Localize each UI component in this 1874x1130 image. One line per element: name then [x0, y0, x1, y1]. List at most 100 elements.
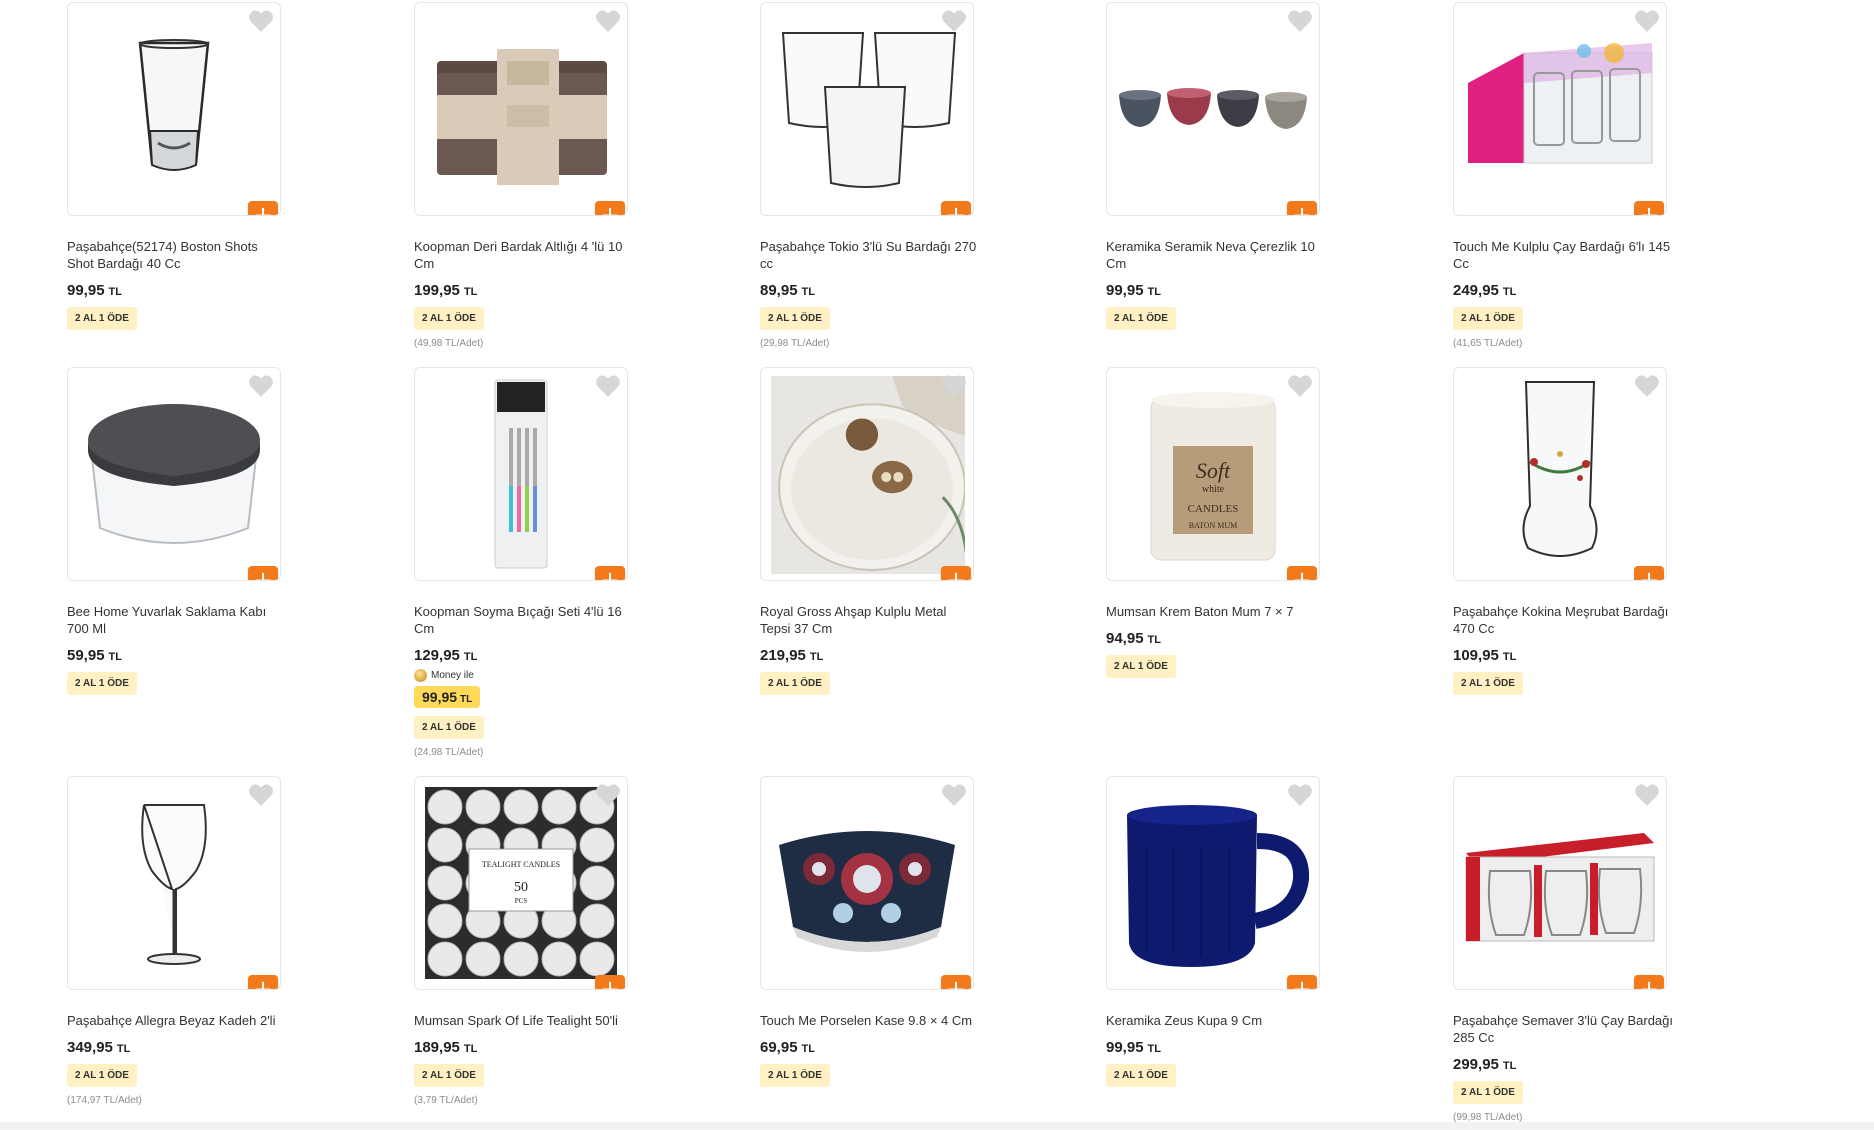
add-to-cart-button[interactable]: + — [248, 566, 278, 580]
product-title[interactable]: Keramika Zeus Kupa 9 Cm — [1106, 1012, 1326, 1029]
product-image-box[interactable]: + — [1453, 367, 1667, 581]
product-image — [1522, 381, 1598, 557]
product-image-box[interactable]: + — [67, 776, 281, 990]
product-price: 129,95 TL — [414, 647, 654, 664]
product-image-box[interactable]: + — [414, 367, 628, 581]
promo-badge: 2 AL 1 ÖDE — [1453, 1081, 1523, 1104]
heart-icon[interactable] — [248, 9, 274, 33]
heart-icon[interactable] — [248, 374, 274, 398]
product-price: 199,95 TL — [414, 282, 654, 299]
price-currency: TL — [463, 651, 478, 663]
product-price: 69,95 TL — [760, 1039, 1000, 1056]
product-image-box[interactable]: Soft white CANDLES BATON MUM + — [1106, 367, 1320, 581]
product-image-box[interactable]: + — [414, 2, 628, 216]
heart-icon[interactable] — [941, 374, 967, 398]
add-to-cart-button[interactable]: + — [1287, 201, 1317, 215]
product-title[interactable]: Touch Me Porselen Kase 9.8 × 4 Cm — [760, 1012, 980, 1029]
price-currency: TL — [463, 286, 478, 298]
product-title[interactable]: Royal Gross Ahşap Kulplu Metal Tepsi 37 … — [760, 603, 980, 637]
add-to-cart-button[interactable]: + — [941, 975, 971, 989]
product-title[interactable]: Koopman Soyma Bıçağı Seti 4'lü 16 Cm — [414, 603, 634, 637]
unit-price: (174,97 TL/Adet) — [67, 1095, 142, 1106]
product-image: Soft white CANDLES BATON MUM — [1150, 392, 1276, 561]
add-to-cart-button[interactable]: + — [1634, 975, 1664, 989]
product-card[interactable]: + Paşabahçe Tokio 3'lü Su Bardağı 270 cc… — [760, 2, 1000, 349]
product-card[interactable]: TEALIGHT CANDLES 50 PCS + Mumsan Spark O… — [414, 776, 654, 1106]
product-image — [771, 376, 965, 574]
product-card[interactable]: + Bee Home Yuvarlak Saklama Kabı 700 Ml … — [67, 367, 307, 695]
add-to-cart-button[interactable]: + — [595, 975, 625, 989]
candle-label-baton: BATON MUM — [1189, 521, 1238, 530]
product-title[interactable]: Paşabahçe(52174) Boston Shots Shot Barda… — [67, 238, 287, 272]
product-card[interactable]: + Touch Me Kulplu Çay Bardağı 6'lı 145 C… — [1453, 2, 1693, 349]
price-currency: TL — [116, 1043, 131, 1055]
product-card[interactable]: + Koopman Deri Bardak Altlığı 4 'lü 10 C… — [414, 2, 654, 349]
product-card[interactable]: + Keramika Zeus Kupa 9 Cm 99,95 TL 2 AL 1… — [1106, 776, 1346, 1087]
product-image-box[interactable]: + — [1453, 776, 1667, 990]
price-value: 299,95 — [1453, 1056, 1499, 1073]
product-image-box[interactable]: + — [67, 367, 281, 581]
product-image-box[interactable]: TEALIGHT CANDLES 50 PCS + — [414, 776, 628, 990]
price-currency: TL — [108, 651, 122, 663]
price-value: 94,95 — [1106, 630, 1144, 647]
add-to-cart-button[interactable]: + — [1287, 566, 1317, 580]
price-value: 219,95 — [760, 647, 806, 664]
add-to-cart-button[interactable]: + — [941, 201, 971, 215]
add-to-cart-button[interactable]: + — [1634, 201, 1664, 215]
product-image: TEALIGHT CANDLES 50 PCS — [425, 787, 617, 979]
add-to-cart-button[interactable]: + — [248, 201, 278, 215]
product-card[interactable]: + Paşabahçe Allegra Beyaz Kadeh 2'li 349… — [67, 776, 307, 1106]
product-title[interactable]: Mumsan Krem Baton Mum 7 × 7 — [1106, 603, 1326, 620]
product-title[interactable]: Mumsan Spark Of Life Tealight 50'li — [414, 1012, 634, 1029]
promo-badge: 2 AL 1 ÖDE — [760, 672, 830, 695]
price-currency: TL — [801, 1043, 815, 1055]
add-to-cart-button[interactable]: + — [1634, 566, 1664, 580]
heart-icon[interactable] — [1287, 9, 1313, 33]
product-title[interactable]: Koopman Deri Bardak Altlığı 4 'lü 10 Cm — [414, 238, 634, 272]
product-card[interactable]: + Paşabahçe Kokina Meşrubat Bardağı 470 … — [1453, 367, 1693, 695]
product-title[interactable]: Paşabahçe Kokina Meşrubat Bardağı 470 Cc — [1453, 603, 1673, 637]
price-currency: TL — [463, 1043, 478, 1055]
product-card[interactable]: + Paşabahçe(52174) Boston Shots Shot Bar… — [67, 2, 307, 330]
product-title[interactable]: Paşabahçe Tokio 3'lü Su Bardağı 270 cc — [760, 238, 980, 272]
add-to-cart-button[interactable]: + — [248, 975, 278, 989]
heart-icon[interactable] — [941, 783, 967, 807]
heart-icon[interactable] — [1287, 783, 1313, 807]
heart-icon[interactable] — [595, 783, 621, 807]
product-card[interactable]: + Royal Gross Ahşap Kulplu Metal Tepsi 3… — [760, 367, 1000, 695]
product-image-box[interactable]: + — [1106, 776, 1320, 990]
product-title[interactable]: Paşabahçe Semaver 3'lü Çay Bardağı 285 C… — [1453, 1012, 1673, 1046]
price-currency: TL — [801, 286, 815, 298]
heart-icon[interactable] — [1634, 9, 1660, 33]
product-image-box[interactable]: + — [1106, 2, 1320, 216]
heart-icon[interactable] — [1634, 374, 1660, 398]
product-card[interactable]: + Keramika Seramik Neva Çerezlik 10 Cm 9… — [1106, 2, 1346, 330]
product-card[interactable]: + Koopman Soyma Bıçağı Seti 4'lü 16 Cm 1… — [414, 367, 654, 758]
heart-icon[interactable] — [941, 9, 967, 33]
product-image-box[interactable]: + — [760, 776, 974, 990]
product-image — [88, 404, 260, 544]
heart-icon[interactable] — [1634, 783, 1660, 807]
add-to-cart-button[interactable]: + — [595, 566, 625, 580]
heart-icon[interactable] — [248, 783, 274, 807]
product-title[interactable]: Bee Home Yuvarlak Saklama Kabı 700 Ml — [67, 603, 287, 637]
product-image-box[interactable]: + — [760, 367, 974, 581]
add-to-cart-button[interactable]: + — [1287, 975, 1317, 989]
price-value: 109,95 — [1453, 647, 1499, 664]
add-to-cart-button[interactable]: + — [595, 201, 625, 215]
product-title[interactable]: Keramika Seramik Neva Çerezlik 10 Cm — [1106, 238, 1326, 272]
tealight-pack-unit: PCS — [515, 897, 528, 905]
add-to-cart-button[interactable]: + — [941, 566, 971, 580]
heart-icon[interactable] — [595, 374, 621, 398]
heart-icon[interactable] — [595, 9, 621, 33]
product-card[interactable]: Soft white CANDLES BATON MUM + Mumsan Kr… — [1106, 367, 1346, 678]
product-title[interactable]: Touch Me Kulplu Çay Bardağı 6'lı 145 Cc — [1453, 238, 1673, 272]
heart-icon[interactable] — [1287, 374, 1313, 398]
product-card[interactable]: + Paşabahçe Semaver 3'lü Çay Bardağı 285… — [1453, 776, 1693, 1123]
product-image-box[interactable]: + — [760, 2, 974, 216]
product-card[interactable]: + Touch Me Porselen Kase 9.8 × 4 Cm 69,9… — [760, 776, 1000, 1087]
product-image-box[interactable]: + — [1453, 2, 1667, 216]
product-image-box[interactable]: + — [67, 2, 281, 216]
product-title[interactable]: Paşabahçe Allegra Beyaz Kadeh 2'li — [67, 1012, 287, 1029]
unit-price: (41,65 TL/Adet) — [1453, 338, 1523, 349]
